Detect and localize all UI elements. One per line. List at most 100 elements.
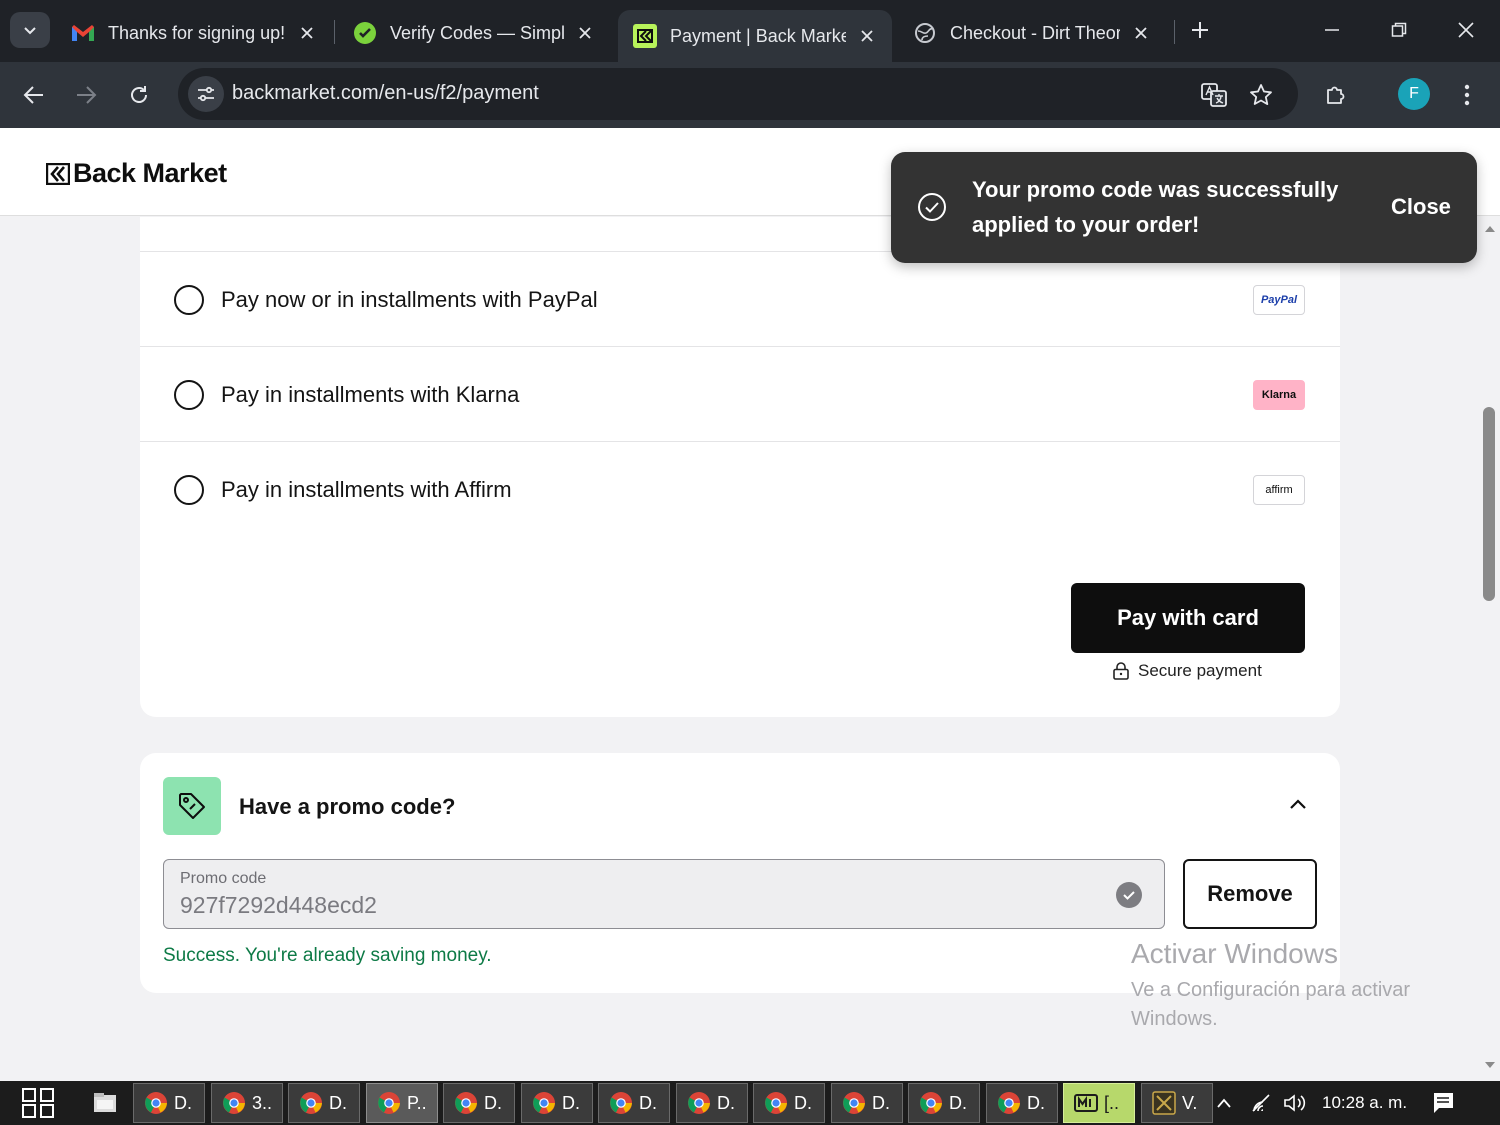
- site-info-button[interactable]: [188, 76, 224, 112]
- secure-payment-label: Secure payment: [1138, 661, 1262, 680]
- simplycodes-icon: [352, 20, 378, 46]
- taskbar-item[interactable]: D.: [676, 1083, 748, 1123]
- taskbar-item[interactable]: 3..: [211, 1083, 283, 1123]
- payment-methods-card: Pay now or in installments with PayPal P…: [140, 217, 1340, 717]
- close-tab-icon[interactable]: [574, 22, 596, 44]
- promo-code-value[interactable]: 927f7292d448ecd2: [180, 892, 377, 919]
- arrow-left-icon: [23, 86, 43, 104]
- tray-overflow-button[interactable]: [1212, 1091, 1236, 1115]
- scroll-down-arrow-icon[interactable]: [1484, 1059, 1496, 1071]
- taskbar-item-label: D.: [562, 1092, 580, 1113]
- taskbar-item-label: D.: [872, 1092, 890, 1113]
- profile-avatar[interactable]: F: [1398, 78, 1430, 110]
- payment-option-label: Pay in installments with Affirm: [221, 477, 512, 502]
- translate-button[interactable]: [1199, 80, 1229, 110]
- taskbar-item-label: P..: [407, 1092, 427, 1113]
- restore-button[interactable]: [1377, 10, 1421, 50]
- file-explorer-icon[interactable]: [92, 1091, 118, 1115]
- tab-separator: [334, 20, 335, 44]
- browser-toolbar: backmarket.com/en-us/f2/payment F: [0, 62, 1500, 128]
- payment-option-paypal[interactable]: Pay now or in installments with PayPal P…: [140, 252, 1340, 347]
- taskbar-item-label: D.: [949, 1092, 967, 1113]
- new-tab-button[interactable]: [1186, 14, 1214, 46]
- tab-gmail[interactable]: Thanks for signing up!: [56, 10, 332, 56]
- bookmark-button[interactable]: [1246, 80, 1276, 110]
- restore-icon: [1391, 22, 1407, 37]
- url-text[interactable]: backmarket.com/en-us/f2/payment: [232, 82, 539, 105]
- taskbar-item[interactable]: V.: [1141, 1083, 1213, 1123]
- chrome-icon: [688, 1092, 710, 1114]
- radio-button[interactable]: [174, 475, 204, 505]
- star-icon: [1250, 84, 1272, 105]
- app-icon: [1152, 1091, 1176, 1115]
- translate-icon: [1201, 83, 1227, 107]
- tab-backmarket[interactable]: Payment | Back Market: [618, 10, 892, 62]
- close-tab-icon[interactable]: [1130, 22, 1152, 44]
- scroll-up-arrow-icon[interactable]: [1484, 223, 1496, 235]
- chevron-up-icon[interactable]: [1288, 795, 1308, 815]
- back-button[interactable]: [15, 76, 53, 114]
- taskbar-item-label: 3..: [252, 1092, 273, 1113]
- toast-close-button[interactable]: Close: [1391, 194, 1451, 220]
- profile-initial: F: [1409, 85, 1419, 102]
- promo-success-message: Success. You're already saving money.: [163, 945, 492, 966]
- radio-button[interactable]: [174, 380, 204, 410]
- taskbar-item[interactable]: D.: [753, 1083, 825, 1123]
- taskbar-item[interactable]: D.: [831, 1083, 903, 1123]
- scrollbar-thumb[interactable]: [1483, 407, 1495, 601]
- paypal-logo: PayPal: [1253, 285, 1305, 315]
- close-window-button[interactable]: [1444, 10, 1488, 50]
- payment-option-affirm[interactable]: Pay in installments with Affirm affirm: [140, 442, 1340, 537]
- taskbar-item[interactable]: P..: [366, 1083, 438, 1123]
- taskbar-item-label: D.: [717, 1092, 735, 1113]
- watermark-title: Activar Windows: [1131, 938, 1338, 969]
- page-scrollbar[interactable]: [1480, 217, 1500, 1081]
- taskbar-clock[interactable]: 10:28 a. m.: [1322, 1093, 1407, 1113]
- chrome-icon: [610, 1092, 632, 1114]
- extensions-button[interactable]: [1317, 76, 1355, 114]
- chrome-icon: [765, 1092, 787, 1114]
- app-icon: [1074, 1094, 1098, 1112]
- taskbar-item[interactable]: D.: [133, 1083, 205, 1123]
- taskbar-item[interactable]: D.: [443, 1083, 515, 1123]
- network-icon[interactable]: [1250, 1091, 1274, 1115]
- close-tab-icon[interactable]: [856, 25, 878, 47]
- radio-button[interactable]: [174, 285, 204, 315]
- taskbar-item-label: D.: [1027, 1092, 1045, 1113]
- minimize-button[interactable]: [1310, 10, 1354, 50]
- payment-option-klarna[interactable]: Pay in installments with Klarna Klarna: [140, 347, 1340, 442]
- forward-button[interactable]: [67, 76, 105, 114]
- notification-center-button[interactable]: [1430, 1091, 1456, 1115]
- reload-button[interactable]: [120, 76, 158, 114]
- menu-button[interactable]: [1448, 76, 1486, 114]
- taskbar-item[interactable]: [..: [1063, 1083, 1135, 1123]
- remove-promo-button[interactable]: Remove: [1183, 859, 1317, 929]
- watermark-subtitle: Ve a Configuración para activar Windows.: [1131, 979, 1411, 1030]
- tab-dirt-theory[interactable]: Checkout - Dirt Theory: [898, 10, 1166, 56]
- tab-title: Verify Codes — SimplyCodes: [390, 22, 564, 43]
- toast-message: Your promo code was successfully applied…: [972, 177, 1339, 237]
- tab-simplycodes[interactable]: Verify Codes — SimplyCodes: [338, 10, 610, 56]
- taskbar-item[interactable]: D.: [598, 1083, 670, 1123]
- taskbar-item[interactable]: D.: [986, 1083, 1058, 1123]
- promo-code-input[interactable]: Promo code 927f7292d448ecd2: [163, 859, 1165, 929]
- backmarket-logo[interactable]: Back Market: [46, 158, 227, 189]
- tab-search-button[interactable]: [10, 12, 50, 48]
- plus-icon: [1192, 22, 1208, 38]
- chrome-icon: [998, 1092, 1020, 1114]
- close-tab-icon[interactable]: [296, 22, 318, 44]
- pay-with-card-button[interactable]: Pay with card: [1071, 583, 1305, 653]
- taskbar-item-label: [..: [1104, 1092, 1120, 1113]
- payment-option-label: Pay in installments with Klarna: [221, 382, 520, 407]
- taskbar-item-label: V.: [1182, 1092, 1198, 1113]
- promo-success-toast: Your promo code was successfully applied…: [891, 152, 1477, 263]
- taskbar-item[interactable]: D.: [288, 1083, 360, 1123]
- taskbar-item[interactable]: D.: [908, 1083, 980, 1123]
- start-grid-icon[interactable]: [20, 1087, 56, 1119]
- address-bar[interactable]: backmarket.com/en-us/f2/payment: [178, 68, 1298, 120]
- promo-title[interactable]: Have a promo code?: [239, 794, 455, 820]
- chrome-icon: [533, 1092, 555, 1114]
- taskbar-item[interactable]: D.: [521, 1083, 593, 1123]
- taskbar-item-label: D.: [639, 1092, 657, 1113]
- volume-icon[interactable]: [1282, 1091, 1310, 1115]
